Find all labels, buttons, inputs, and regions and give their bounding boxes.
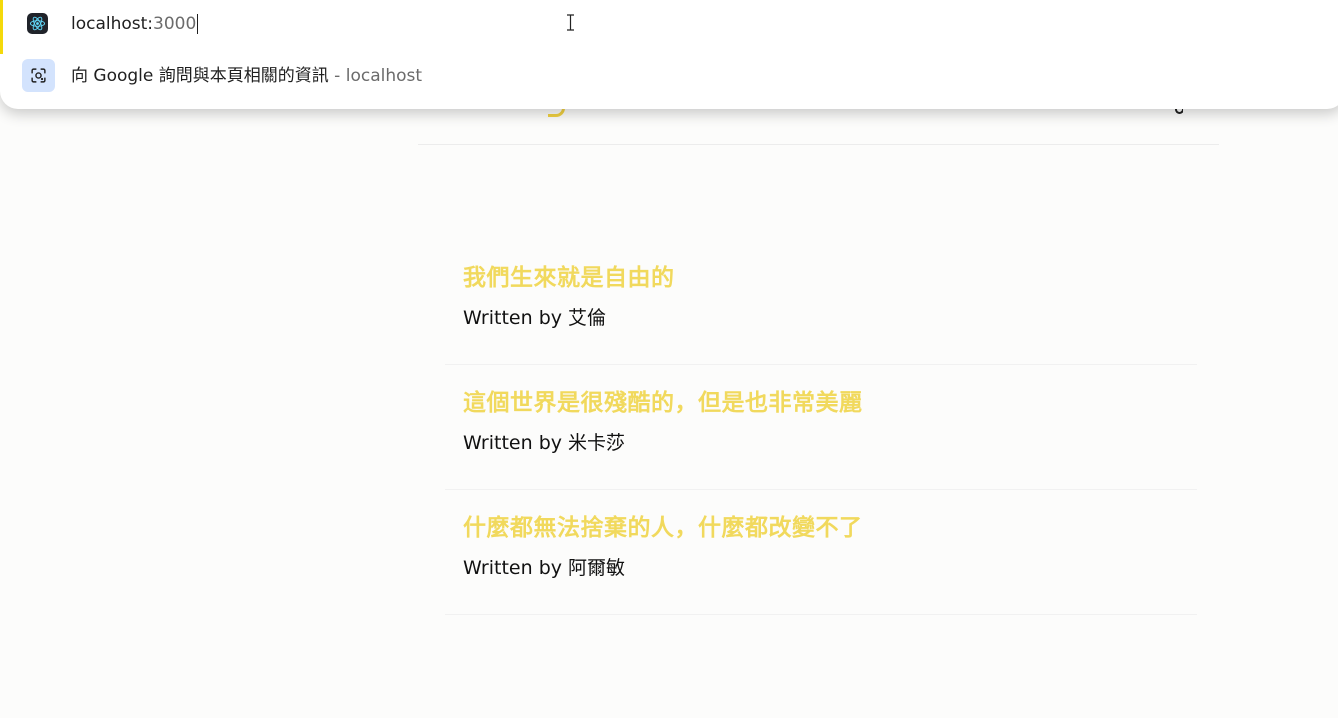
author-prefix: Written by <box>463 307 569 329</box>
tab-accent <box>0 0 3 54</box>
blog-preview[interactable]: 這個世界是很殘酷的，但是也非常美麗 Written by 米卡莎 <box>445 365 1197 490</box>
blog-title[interactable]: 我們生來就是自由的 <box>463 262 1179 294</box>
google-lens-icon <box>22 59 55 92</box>
blog-author: Written by 艾倫 <box>463 306 1179 330</box>
suggestion-text: 向 Google 詢問與本頁相關的資訊 - localhost <box>71 63 422 89</box>
blog-title[interactable]: 什麼都無法捨棄的人，什麼都改變不了 <box>463 512 1179 544</box>
address-bar-input[interactable]: localhost: 3000 <box>71 10 971 38</box>
author-prefix: Written by <box>463 557 569 579</box>
app-nav-link[interactable] <box>1174 108 1183 116</box>
suggestion-domain: localhost <box>345 66 423 86</box>
suggestion-label: 向 Google 詢問與本頁相關的資訊 <box>71 66 329 86</box>
url-port: 3000 <box>153 14 197 34</box>
blog-author: Written by 米卡莎 <box>463 431 1179 455</box>
url-host: localhost: <box>71 14 154 34</box>
text-cursor-icon <box>566 14 575 31</box>
blog-author: Written by 阿爾敏 <box>463 556 1179 580</box>
text-caret <box>197 14 199 34</box>
browser-page: 我們生來就是自由的 Written by 艾倫 這個世界是很殘酷的，但是也非常美… <box>0 0 1338 718</box>
author-name: 艾倫 <box>568 307 607 329</box>
blog-preview[interactable]: 什麼都無法捨棄的人，什麼都改變不了 Written by 阿爾敏 <box>445 490 1197 615</box>
app-logo[interactable] <box>548 108 566 118</box>
author-name: 阿爾敏 <box>568 557 626 579</box>
blog-preview[interactable]: 我們生來就是自由的 Written by 艾倫 <box>445 240 1197 365</box>
blog-title[interactable]: 這個世界是很殘酷的，但是也非常美麗 <box>463 387 1179 419</box>
react-icon <box>27 13 48 34</box>
omnibox-dropdown: localhost: 3000 向 Google 詢問與本頁相關的資訊 - loc… <box>0 0 1338 109</box>
author-prefix: Written by <box>463 432 569 454</box>
omnibox-suggestion[interactable]: 向 Google 詢問與本頁相關的資訊 - localhost <box>0 57 1338 95</box>
blog-list: 我們生來就是自由的 Written by 艾倫 這個世界是很殘酷的，但是也非常美… <box>445 240 1197 615</box>
author-name: 米卡莎 <box>568 432 626 454</box>
suggestion-separator: - <box>328 66 346 86</box>
